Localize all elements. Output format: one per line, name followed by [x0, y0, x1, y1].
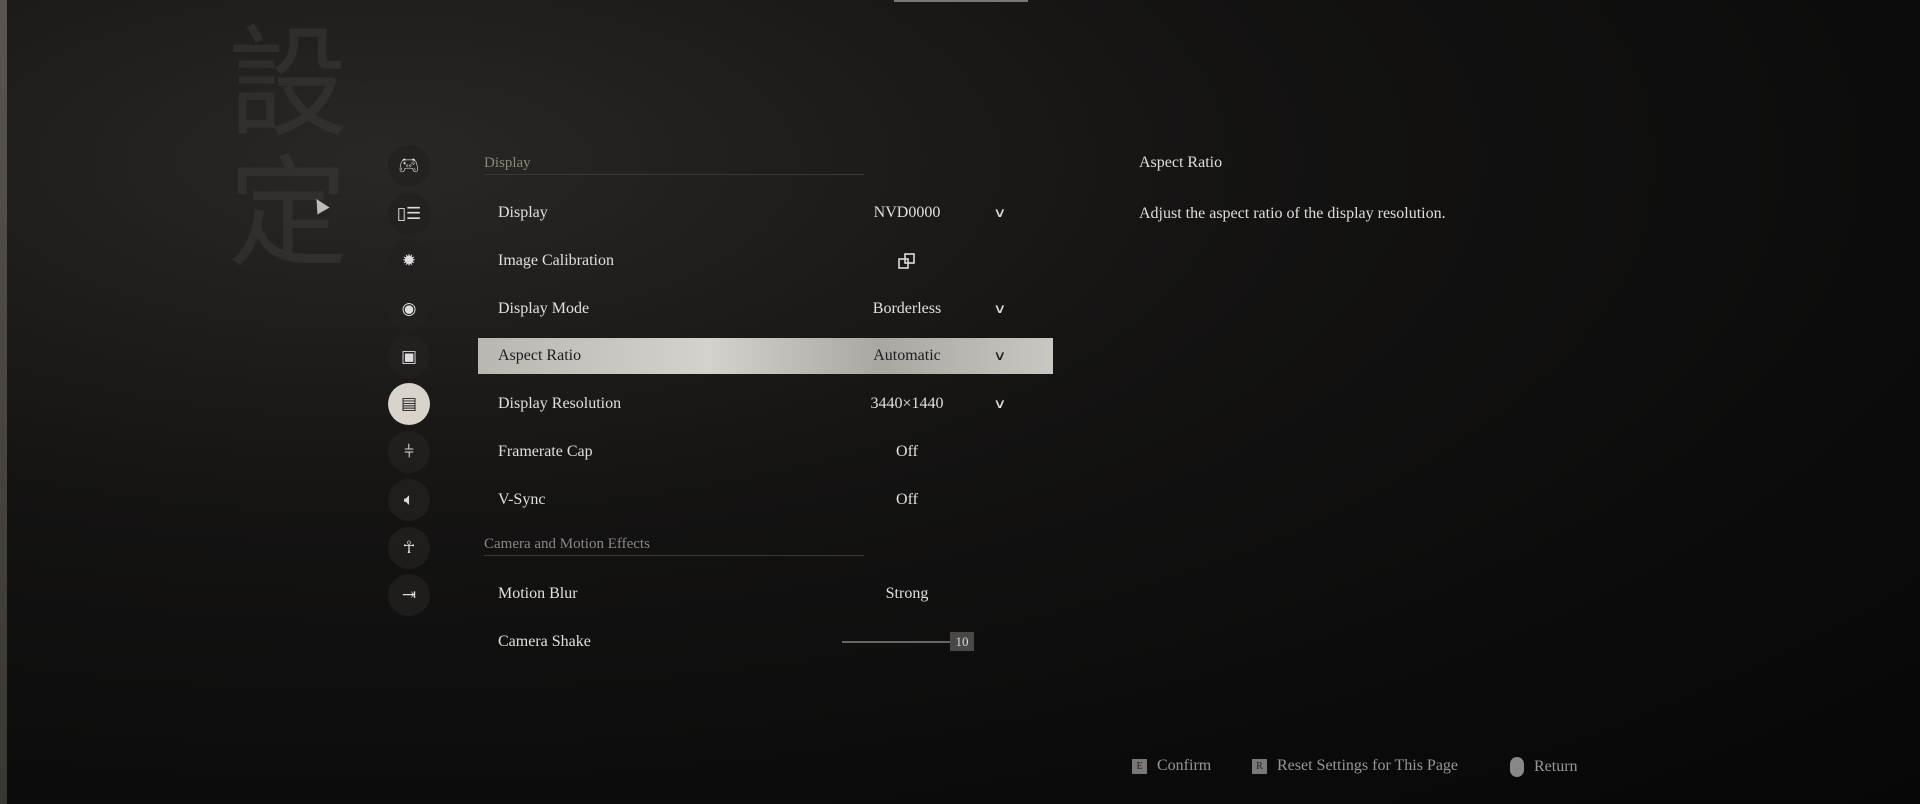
section-header-display: Display — [484, 155, 864, 175]
brightness-icon: ✹ — [401, 251, 417, 271]
setting-display-resolution[interactable]: Display Resolution 3440×1440 ∨ — [478, 386, 1053, 422]
reset-label: Reset Settings for This Page — [1277, 757, 1459, 774]
setting-v-sync[interactable]: V-Sync Off — [478, 482, 1053, 518]
key-e-icon: E — [1132, 758, 1147, 774]
return-button[interactable]: Return — [1510, 757, 1578, 777]
nav-keyboard-mouse[interactable]: ▯☰ — [388, 192, 430, 235]
nav-visibility[interactable]: ◉ — [388, 288, 430, 331]
setting-label: Image Calibration — [498, 252, 614, 269]
chevron-down-icon[interactable]: ∨ — [993, 348, 1006, 364]
setting-label: Motion Blur — [498, 585, 578, 602]
setting-label: V-Sync — [498, 491, 546, 508]
confirm-button[interactable]: E Confirm — [1132, 757, 1211, 775]
nav-graphics[interactable]: ⫩ — [388, 431, 430, 474]
setting-aspect-ratio[interactable]: Aspect Ratio Automatic ∨ — [478, 338, 1053, 374]
setting-display[interactable]: Display NVD0000 ∨ — [478, 195, 1053, 231]
mouse-keyboard-icon: ▯☰ — [396, 203, 422, 223]
section-header-camera-motion: Camera and Motion Effects — [484, 536, 864, 556]
chevron-down-icon[interactable]: ∨ — [993, 301, 1006, 317]
settings-category-nav: 🎮︎ ▯☰ ✹ ◉ ▣ ▤ ⫩ 🔈︎ ☥ ⇥ — [388, 145, 430, 622]
slider-value: 10 — [950, 632, 974, 651]
setting-motion-blur[interactable]: Motion Blur Strong — [478, 576, 1053, 612]
setting-value: Off — [896, 443, 918, 460]
detail-description: Adjust the aspect ratio of the display r… — [1139, 205, 1446, 222]
setting-camera-shake[interactable]: Camera Shake 10 — [478, 624, 1053, 660]
setting-image-calibration[interactable]: Image Calibration — [478, 243, 1053, 279]
detail-title: Aspect Ratio — [1139, 154, 1223, 171]
sliders-icon: ⫩ — [404, 442, 414, 462]
setting-value: Off — [896, 491, 918, 508]
setting-value: Borderless — [872, 300, 942, 317]
setting-label: Camera Shake — [498, 633, 591, 650]
key-r-icon: R — [1252, 758, 1267, 774]
mouse-right-click-icon — [1510, 757, 1524, 777]
eye-icon: ◉ — [401, 299, 417, 319]
setting-display-mode[interactable]: Display Mode Borderless ∨ — [478, 291, 1053, 327]
subtitles-icon: ▣ — [400, 346, 418, 366]
nav-exit[interactable]: ⇥ — [388, 574, 430, 617]
setting-value: Strong — [885, 585, 929, 602]
exit-icon: ⇥ — [401, 585, 417, 605]
reset-button[interactable]: R Reset Settings for This Page — [1252, 757, 1458, 775]
nav-audio[interactable]: 🔈︎ — [388, 478, 430, 521]
gamepad-icon: 🎮︎ — [398, 156, 420, 175]
window-edge — [0, 0, 7, 804]
confirm-label: Confirm — [1157, 757, 1212, 774]
setting-label: Framerate Cap — [498, 443, 593, 460]
setting-value: Automatic — [873, 347, 941, 364]
nav-controls[interactable]: 🎮︎ — [388, 145, 430, 187]
setting-label: Display Resolution — [498, 395, 622, 412]
chevron-down-icon[interactable]: ∨ — [993, 396, 1006, 412]
monitor-icon: ▤ — [400, 394, 418, 414]
camera-shake-slider[interactable] — [842, 641, 950, 643]
setting-label: Display — [498, 204, 548, 221]
calligraphy-watermark: 設定 — [228, 15, 348, 284]
top-indicator — [894, 0, 1028, 2]
setting-framerate-cap[interactable]: Framerate Cap Off — [478, 434, 1053, 470]
setting-label: Aspect Ratio — [498, 347, 582, 364]
setting-label: Display Mode — [498, 300, 590, 317]
setting-value: 3440×1440 — [870, 395, 944, 412]
nav-accessibility[interactable]: ☥ — [388, 526, 430, 569]
open-external-icon[interactable] — [898, 253, 916, 269]
nav-subtitles[interactable]: ▣ — [388, 335, 430, 378]
return-label: Return — [1534, 758, 1578, 775]
chevron-down-icon[interactable]: ∨ — [993, 205, 1006, 221]
accessibility-icon: ☥ — [402, 537, 416, 557]
setting-value: NVD0000 — [873, 204, 941, 221]
nav-display[interactable]: ▤ — [388, 383, 430, 426]
nav-brightness[interactable]: ✹ — [388, 240, 430, 283]
speaker-icon: 🔈︎ — [403, 489, 415, 509]
